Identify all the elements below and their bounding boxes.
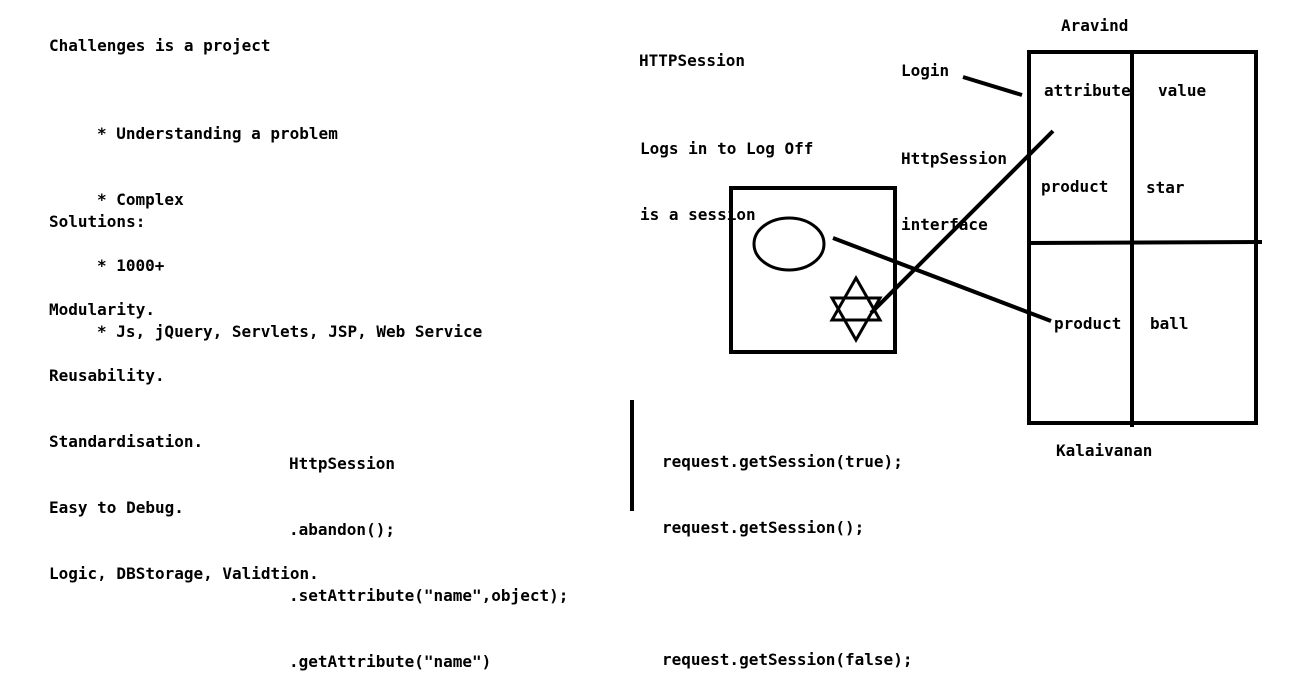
list-item: * Understanding a problem xyxy=(97,124,338,143)
request-call-line xyxy=(662,583,912,605)
table-row-1-attribute: product xyxy=(1041,177,1109,196)
interface-label: HttpSession interface xyxy=(901,104,1007,258)
user-bottom-label: Kalaivanan xyxy=(1056,441,1153,460)
interface-label-line: HttpSession xyxy=(901,149,1007,168)
list-item: Logic, DBStorage, Validtion. xyxy=(49,564,319,583)
method-line: .abandon(); xyxy=(289,520,395,539)
table-row-2-value: ball xyxy=(1150,314,1189,333)
list-item: Easy to Debug. xyxy=(49,498,184,517)
table-row-2-attribute: product xyxy=(1054,314,1122,333)
note-line: is a session xyxy=(640,205,756,224)
method-line: .getAttribute("name") xyxy=(289,652,492,671)
session-note: Logs in to Log Off is a session xyxy=(640,94,813,248)
request-call-line: request.getSession(); xyxy=(662,518,865,537)
interface-label-line: interface xyxy=(901,215,988,234)
session-table-border xyxy=(1027,50,1258,425)
session-table-row-divider xyxy=(1028,240,1263,245)
list-item: Modularity. xyxy=(49,300,155,319)
note-line: Logs in to Log Off xyxy=(640,139,814,158)
request-calls-block: request.getSession(true); request.getSes… xyxy=(662,407,912,693)
solutions-title: Solutions: xyxy=(49,212,146,231)
methods-block: HttpSession .abandon(); .setAttribute("n… xyxy=(289,409,568,695)
challenges-title: Challenges is a project xyxy=(49,36,271,55)
login-connector xyxy=(962,75,1023,97)
request-call-line: request.getSession(true); xyxy=(662,452,903,471)
table-header-value: value xyxy=(1158,81,1207,100)
list-item: Reusability. xyxy=(49,366,165,385)
login-label: Login xyxy=(901,61,950,80)
methods-title: HttpSession xyxy=(289,454,395,473)
user-top-label: Aravind xyxy=(1061,16,1129,35)
table-header-attribute: attribute xyxy=(1044,81,1131,100)
request-call-line: request.getSession(false); xyxy=(662,650,913,669)
solutions-list: Modularity. Reusability. Standardisation… xyxy=(49,255,319,607)
method-line: .setAttribute("name",object); xyxy=(289,586,569,605)
list-item: * Complex xyxy=(97,190,184,209)
list-item: Standardisation. xyxy=(49,432,204,451)
http-session-heading: HTTPSession xyxy=(639,51,745,70)
table-row-1-value: star xyxy=(1146,178,1185,197)
